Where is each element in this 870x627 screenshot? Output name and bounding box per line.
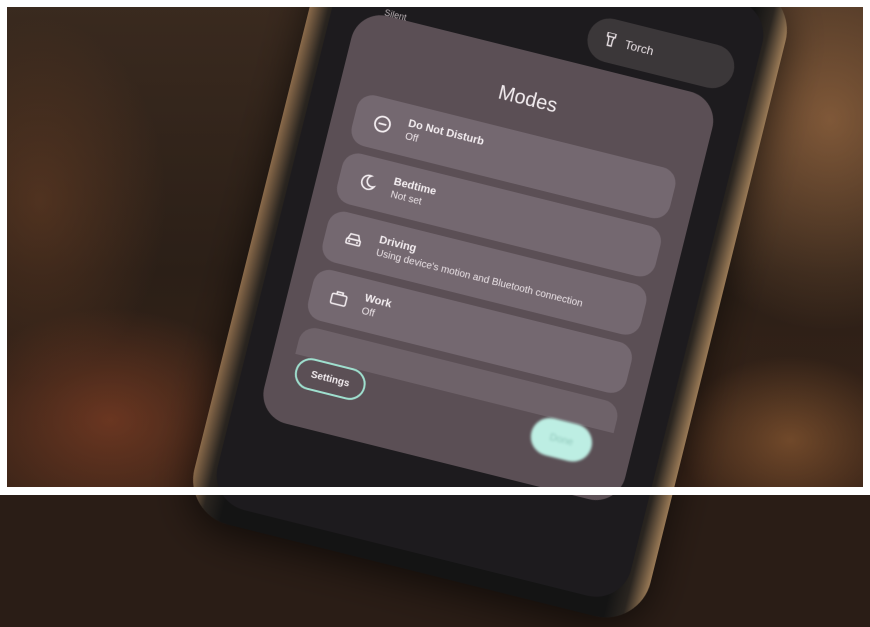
do-not-disturb-icon <box>369 111 396 138</box>
briefcase-icon <box>326 285 353 312</box>
moon-icon <box>355 169 382 196</box>
torch-label: Torch <box>623 37 656 59</box>
car-icon <box>340 227 367 254</box>
modes-sheet: Modes Do Not Disturb Off Bedtime Not set <box>257 8 720 507</box>
torch-icon <box>603 30 618 50</box>
phone-screen: Torch Silent Modes Do Not Disturb Off Be <box>209 0 771 605</box>
